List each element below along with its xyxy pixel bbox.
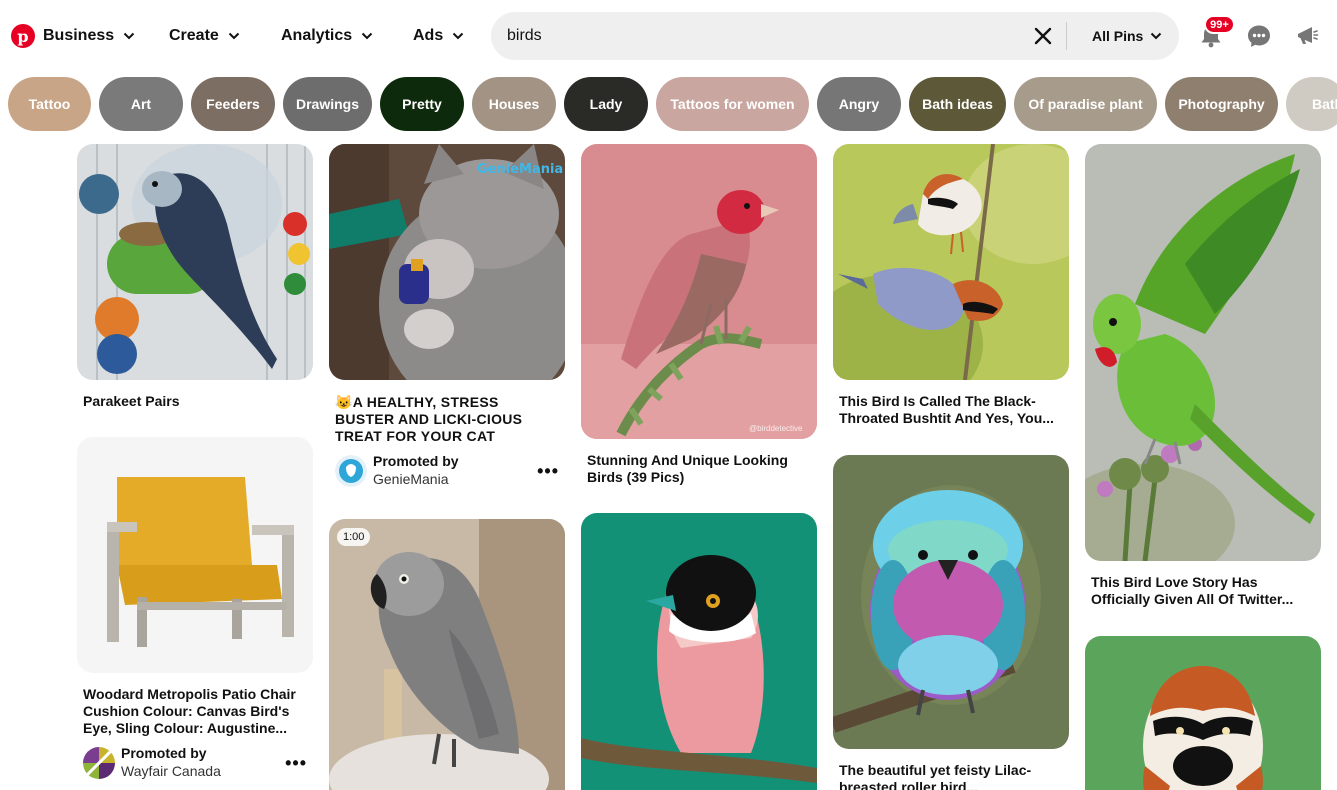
chip-label: Drawings: [295, 96, 359, 112]
nav-business[interactable]: Business: [43, 26, 135, 46]
chip-label: Angry: [838, 96, 880, 112]
search-scope-label: All Pins: [1092, 28, 1144, 44]
pin-lilac-roller[interactable]: The beautiful yet feisty Lilac-breasted …: [833, 455, 1069, 790]
pinterest-logo[interactable]: p: [11, 24, 35, 48]
chevron-down-icon: [452, 30, 464, 42]
nav-business-label: Business: [43, 27, 115, 44]
bird-detective-watermark: @birddetective: [749, 424, 803, 433]
pin-image[interactable]: [77, 144, 313, 380]
chip-angry[interactable]: Angry: [817, 77, 901, 131]
pin-title[interactable]: Stunning And Unique Looking Birds (39 Pi…: [587, 452, 811, 486]
search-divider: [1066, 22, 1067, 50]
promoted-label: Promoted by: [373, 453, 459, 469]
chip-label: Bath ideas: [922, 96, 993, 112]
chip-tattoos-for-women[interactable]: Tattoos for women: [656, 77, 809, 131]
more-options-button[interactable]: •••: [537, 461, 559, 482]
chip-bath[interactable]: Bath: [1286, 77, 1337, 131]
pin-image[interactable]: [1085, 144, 1321, 561]
chip-label: Feeders: [206, 96, 260, 112]
notification-badge: 99+: [1204, 15, 1235, 34]
chip-label: Of paradise plant: [1028, 96, 1143, 112]
chip-art[interactable]: Art: [99, 77, 183, 131]
promoted-label: Promoted by: [121, 745, 207, 761]
pin-image[interactable]: GenieMania: [329, 144, 565, 380]
chip-label: Art: [130, 96, 152, 112]
chevron-down-icon: [361, 30, 373, 42]
pin-image[interactable]: [1085, 636, 1321, 790]
pin-image[interactable]: 1:00: [329, 519, 565, 790]
nav-ads-label: Ads: [413, 27, 444, 44]
chip-photography[interactable]: Photography: [1165, 77, 1278, 131]
pin-image[interactable]: [833, 144, 1069, 380]
pin-title[interactable]: Parakeet Pairs: [83, 393, 307, 410]
promoted-by: Promoted by GenieMania •••: [335, 453, 559, 487]
pin-image[interactable]: [581, 513, 817, 790]
pin-bushtit-closeup[interactable]: [1085, 636, 1321, 790]
pin-title[interactable]: 😺A HEALTHY, STRESS BUSTER AND LICKI-CIOU…: [335, 394, 559, 445]
pin-parakeet[interactable]: Parakeet Pairs: [77, 144, 313, 410]
advertiser-avatar[interactable]: [335, 455, 367, 487]
pin-broadbill[interactable]: [581, 513, 817, 790]
messages-icon[interactable]: [1246, 23, 1272, 49]
advertiser-name[interactable]: GenieMania: [373, 471, 449, 487]
pin-title[interactable]: This Bird Love Story Has Officially Give…: [1091, 574, 1315, 608]
chip-drawings[interactable]: Drawings: [283, 77, 372, 131]
chip-label: Tattoo: [28, 96, 71, 112]
chip-label: Pretty: [402, 96, 442, 112]
pin-rosefinch[interactable]: @birddetective Stunning And Unique Looki…: [581, 144, 817, 486]
search-scope-dropdown[interactable]: All Pins: [1092, 27, 1162, 45]
advertiser-name[interactable]: Wayfair Canada: [121, 763, 221, 779]
chip-bath-ideas[interactable]: Bath ideas: [909, 77, 1006, 131]
more-options-button[interactable]: •••: [285, 753, 307, 774]
top-bar: p Business Create Analytics Ads All Pins…: [0, 0, 1337, 72]
pin-patio-chair[interactable]: Woodard Metropolis Patio Chair Cushion C…: [77, 437, 313, 779]
pin-title[interactable]: This Bird Is Called The Black-Throated B…: [839, 393, 1063, 427]
chip-label: Lady: [589, 96, 623, 112]
promoted-by: Promoted by Wayfair Canada •••: [83, 745, 307, 779]
pin-bushtit[interactable]: This Bird Is Called The Black-Throated B…: [833, 144, 1069, 427]
pin-ringneck[interactable]: This Bird Love Story Has Officially Give…: [1085, 144, 1321, 608]
chevron-down-icon: [123, 30, 135, 42]
pin-image[interactable]: @birddetective: [581, 144, 817, 439]
chip-label: Houses: [488, 96, 540, 112]
pin-title[interactable]: Woodard Metropolis Patio Chair Cushion C…: [83, 686, 307, 737]
geniemania-watermark: GenieMania: [477, 162, 564, 177]
nav-create[interactable]: Create: [169, 26, 240, 46]
chip-label: Tattoos for women: [670, 96, 795, 112]
megaphone-icon[interactable]: [1294, 23, 1320, 49]
advertiser-avatar[interactable]: [83, 747, 115, 779]
chip-pretty[interactable]: Pretty: [380, 77, 464, 131]
chip-tattoo[interactable]: Tattoo: [8, 77, 91, 131]
clear-search-icon[interactable]: [1034, 27, 1052, 45]
nav-ads[interactable]: Ads: [413, 26, 464, 46]
search-bar: All Pins: [491, 12, 1179, 60]
chip-label: Bath: [1312, 96, 1337, 112]
nav-analytics-label: Analytics: [281, 27, 353, 44]
chip-feeders[interactable]: Feeders: [191, 77, 275, 131]
chevron-down-icon: [1150, 30, 1162, 42]
pin-image[interactable]: [77, 437, 313, 673]
nav-create-label: Create: [169, 27, 219, 44]
pin-grey-parrot-video[interactable]: 1:00: [329, 519, 565, 790]
chip-houses[interactable]: Houses: [472, 77, 556, 131]
chevron-down-icon: [228, 30, 240, 42]
video-duration-badge: 1:00: [337, 528, 371, 546]
nav-analytics[interactable]: Analytics: [281, 26, 373, 46]
pin-title[interactable]: The beautiful yet feisty Lilac-breasted …: [839, 762, 1063, 790]
pin-cat-treat[interactable]: GenieMania 😺A HEALTHY, STRESS BUSTER AND…: [329, 144, 565, 487]
pin-image[interactable]: [833, 455, 1069, 749]
chip-lady[interactable]: Lady: [564, 77, 648, 131]
chip-label: Photography: [1178, 96, 1265, 112]
search-input[interactable]: [507, 24, 1027, 48]
chip-of-paradise-plant[interactable]: Of paradise plant: [1014, 77, 1157, 131]
